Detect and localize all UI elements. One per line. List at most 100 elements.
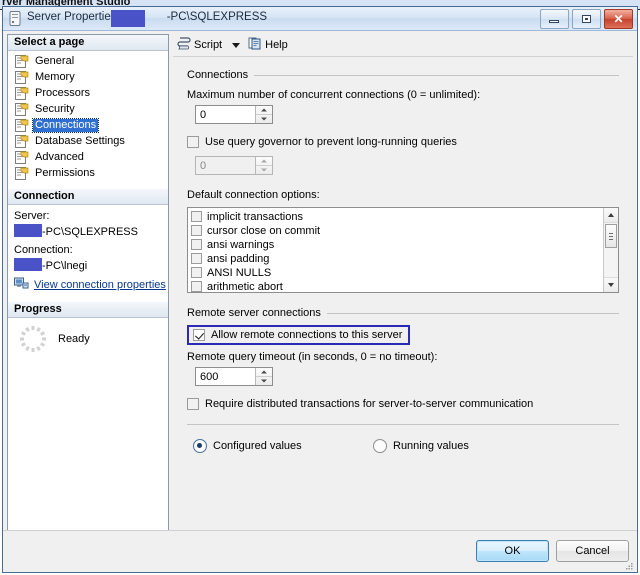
- page-icon: [15, 103, 29, 116]
- list-item[interactable]: cursor close on commit: [191, 224, 618, 237]
- resize-grip[interactable]: [624, 560, 634, 570]
- list-item[interactable]: ansi padding: [191, 252, 618, 265]
- remote-timeout-stepper-buttons[interactable]: [255, 368, 272, 385]
- allow-remote-connections-focus-frame[interactable]: Allow remote connections to this server: [187, 325, 411, 345]
- group-divider: [326, 312, 619, 314]
- allow-remote-connections-checkbox[interactable]: [193, 329, 205, 341]
- max-connections-value[interactable]: 0: [196, 109, 255, 121]
- script-label: Script: [194, 39, 223, 51]
- ok-button[interactable]: OK: [476, 540, 549, 562]
- max-connections-label: Maximum number of concurrent connections…: [187, 89, 481, 101]
- toolbar: Script Help: [173, 34, 633, 57]
- server-label: Server:: [14, 210, 50, 222]
- page-icon: [15, 55, 29, 68]
- window-title-prefix: Server Properties -: [27, 11, 124, 23]
- server-value-row: -PC\SQLEXPRESS: [14, 224, 168, 238]
- view-connection-properties-link[interactable]: View connection properties: [34, 279, 166, 291]
- stepper-up-button[interactable]: [256, 106, 272, 115]
- option-label: implicit transactions: [207, 210, 303, 223]
- list-item[interactable]: ansi warnings: [191, 238, 618, 251]
- running-values-radio-row[interactable]: Running values: [373, 439, 469, 453]
- cancel-button[interactable]: Cancel: [556, 540, 629, 562]
- listbox-scrollbar[interactable]: [603, 208, 618, 292]
- sidebar-item-security[interactable]: Security: [14, 102, 168, 117]
- scrollbar-thumb[interactable]: [605, 224, 617, 248]
- allow-remote-connections-label: Allow remote connections to this server: [211, 329, 403, 341]
- settings-content: Connections Maximum number of concurrent…: [173, 57, 633, 453]
- configured-values-radio[interactable]: [193, 439, 207, 453]
- require-distributed-transactions-row[interactable]: Require distributed transactions for ser…: [187, 398, 619, 410]
- option-checkbox[interactable]: [191, 239, 202, 250]
- max-connections-stepper-buttons[interactable]: [255, 106, 272, 123]
- grip-line: [609, 236, 613, 237]
- query-governor-checkbox-row[interactable]: Use query governor to prevent long-runni…: [187, 136, 619, 148]
- sidebar-item-general[interactable]: General: [14, 54, 168, 69]
- sidebar-item-database-settings[interactable]: Database Settings: [14, 134, 168, 149]
- stepper-down-button[interactable]: [256, 377, 272, 385]
- script-button[interactable]: Script: [177, 37, 222, 53]
- connections-group-header: Connections: [187, 69, 619, 81]
- connection-value-row: -PC\lnegi: [14, 258, 168, 272]
- chevron-down-icon[interactable]: [232, 42, 241, 48]
- title-bar[interactable]: Server Properties - -PC\SQLEXPRESS ✕: [3, 7, 637, 31]
- window-title: Server Properties - -PC\SQLEXPRESS: [27, 11, 267, 23]
- scrollbar-up-button[interactable]: [604, 208, 618, 223]
- option-checkbox[interactable]: [191, 281, 202, 292]
- sidebar-item-label: Advanced: [35, 151, 84, 163]
- arrow-up-icon: [261, 159, 267, 163]
- maximize-button[interactable]: [572, 9, 601, 29]
- values-mode-group: Configured values Running values: [187, 439, 619, 453]
- remote-server-connections-group: Remote server connections Allow remote c…: [187, 307, 619, 425]
- minimize-icon: [549, 20, 559, 23]
- require-distributed-transactions-label: Require distributed transactions for ser…: [205, 398, 534, 410]
- sidebar-item-advanced[interactable]: Advanced: [14, 150, 168, 165]
- option-checkbox[interactable]: [191, 225, 202, 236]
- close-icon: ✕: [613, 12, 624, 26]
- select-page-header: Select a page: [8, 35, 168, 51]
- sidebar-item-connections[interactable]: Connections: [14, 118, 168, 133]
- redacted-connection-name: [14, 258, 42, 271]
- list-item[interactable]: ANSI NULLS: [191, 266, 618, 279]
- page-icon: [15, 151, 29, 164]
- sidebar-item-label: Security: [35, 103, 75, 115]
- window-controls: ✕: [540, 9, 633, 29]
- dialog-footer: OK Cancel: [3, 530, 637, 572]
- minimize-button[interactable]: [540, 9, 569, 29]
- configured-values-label: Configured values: [213, 440, 302, 452]
- default-connection-options-listbox[interactable]: implicit transactions cursor close on co…: [187, 207, 619, 293]
- option-label: ansi padding: [207, 252, 270, 265]
- stepper-down-button[interactable]: [256, 115, 272, 123]
- view-connection-properties-row[interactable]: View connection properties: [14, 277, 168, 293]
- page-icon: [15, 71, 29, 84]
- query-governor-checkbox[interactable]: [187, 136, 199, 148]
- list-item[interactable]: arithmetic abort: [191, 280, 618, 292]
- list-item[interactable]: implicit transactions: [191, 210, 618, 223]
- option-checkbox[interactable]: [191, 253, 202, 264]
- sidebar-item-memory[interactable]: Memory: [14, 70, 168, 85]
- stepper-up-button[interactable]: [256, 368, 272, 377]
- help-button[interactable]: Help: [248, 37, 288, 53]
- sidebar-item-permissions[interactable]: Permissions: [14, 166, 168, 181]
- configured-values-radio-row[interactable]: Configured values: [193, 439, 373, 453]
- connection-section: Connection Server: -PC\SQLEXPRESS Connec…: [8, 189, 168, 293]
- default-connection-options-label: Default connection options:: [187, 189, 320, 201]
- require-distributed-transactions-checkbox[interactable]: [187, 398, 199, 410]
- option-checkbox[interactable]: [191, 267, 202, 278]
- remote-query-timeout-value[interactable]: 600: [196, 371, 255, 383]
- section-divider: [187, 424, 619, 425]
- redacted-server-name: [14, 224, 42, 237]
- remote-query-timeout-stepper[interactable]: 600: [195, 367, 273, 386]
- server-properties-dialog: Server Properties - -PC\SQLEXPRESS ✕ Sel…: [2, 6, 638, 573]
- close-button[interactable]: ✕: [604, 9, 633, 29]
- maximize-icon: [582, 15, 591, 23]
- option-checkbox[interactable]: [191, 211, 202, 222]
- max-connections-stepper[interactable]: 0: [195, 105, 273, 124]
- sidebar-item-label: Processors: [35, 87, 91, 99]
- script-icon: [177, 37, 191, 53]
- window-title-suffix: -PC\SQLEXPRESS: [166, 11, 268, 23]
- scrollbar-down-button[interactable]: [604, 277, 618, 292]
- sidebar-item-processors[interactable]: Processors: [14, 86, 168, 101]
- running-values-radio[interactable]: [373, 439, 387, 453]
- page-icon: [15, 87, 29, 100]
- running-values-label: Running values: [393, 440, 469, 452]
